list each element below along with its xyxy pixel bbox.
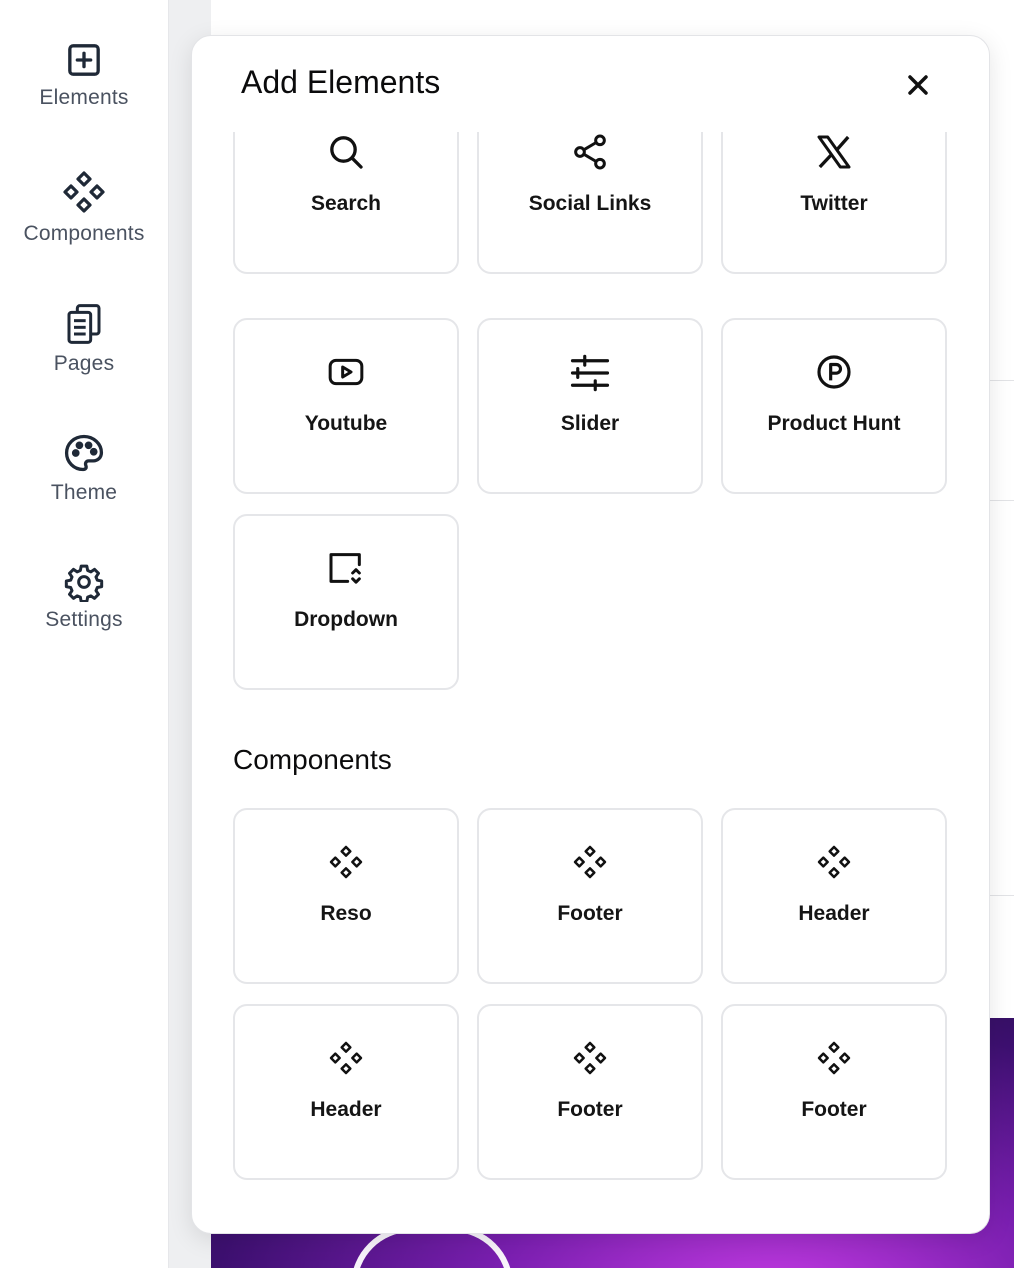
component-card[interactable]: Header [721, 808, 947, 984]
panel-title: Add Elements [241, 64, 441, 100]
component-card-label: Footer [557, 1098, 623, 1121]
close-button[interactable] [902, 69, 934, 101]
component-card[interactable]: Reso [233, 808, 459, 984]
component-icon [723, 1038, 945, 1080]
element-card-label: Slider [560, 412, 620, 435]
element-card-label: Dropdown [294, 608, 398, 631]
sidebar-item-theme[interactable]: Theme [0, 431, 168, 505]
sidebar-item-label: Settings [45, 608, 123, 631]
sidebar-item-label: Theme [50, 481, 118, 504]
component-card-label: Header [798, 902, 870, 925]
component-card[interactable]: Footer [721, 1004, 947, 1180]
x-logo-icon [723, 132, 945, 174]
component-icon [479, 842, 701, 884]
element-card-youtube[interactable]: Youtube [233, 318, 459, 494]
share-icon [479, 132, 701, 174]
element-card-twitter[interactable]: Twitter [721, 132, 947, 274]
palette-icon [0, 431, 168, 475]
sidebar-item-settings[interactable]: Settings [0, 562, 168, 632]
element-card-label: Social Links [528, 192, 652, 215]
plus-square-icon [0, 40, 168, 80]
component-icon [479, 1038, 701, 1080]
sliders-icon [479, 352, 701, 394]
sidebar-item-label: Pages [53, 352, 115, 375]
sidebar-item-pages[interactable]: Pages [0, 302, 168, 376]
component-card[interactable]: Footer [477, 1004, 703, 1180]
close-icon [902, 75, 934, 105]
element-card-search[interactable]: Search [233, 132, 459, 274]
component-icon [723, 842, 945, 884]
component-card-label: Header [310, 1098, 382, 1121]
dropdown-icon [235, 548, 457, 590]
sidebar-item-components[interactable]: Components [0, 168, 168, 246]
component-card[interactable]: Header [233, 1004, 459, 1180]
sidebar-item-label: Elements [39, 86, 129, 109]
component-card-label: Footer [801, 1098, 867, 1121]
element-card-label: Search [310, 192, 382, 215]
component-icon [235, 1038, 457, 1080]
element-card-social-links[interactable]: Social Links [477, 132, 703, 274]
sidebar: Elements Components Pages Theme Settings [0, 0, 169, 1268]
components-diamond-icon [0, 168, 168, 216]
search-icon [235, 132, 457, 174]
components-heading: Components [233, 744, 392, 775]
element-card-product-hunt[interactable]: Product Hunt [721, 318, 947, 494]
sidebar-item-label: Components [23, 222, 145, 245]
element-card-label: Twitter [800, 192, 868, 215]
gear-icon [0, 562, 168, 602]
component-card-label: Footer [557, 902, 623, 925]
component-card[interactable]: Footer [477, 808, 703, 984]
add-elements-panel: Add Elements Search Social Links Twitter… [191, 35, 990, 1234]
elements-scroll-area[interactable]: Search Social Links Twitter Youtube Slid… [192, 132, 989, 1233]
sidebar-item-elements[interactable]: Elements [0, 40, 168, 110]
element-card-label: Product Hunt [767, 412, 901, 435]
component-icon [235, 842, 457, 884]
element-card-label: Youtube [304, 412, 388, 435]
youtube-icon [235, 352, 457, 394]
product-hunt-icon [723, 352, 945, 394]
element-card-slider[interactable]: Slider [477, 318, 703, 494]
component-card-label: Reso [320, 902, 372, 925]
pages-icon [0, 302, 168, 346]
element-card-dropdown[interactable]: Dropdown [233, 514, 459, 690]
